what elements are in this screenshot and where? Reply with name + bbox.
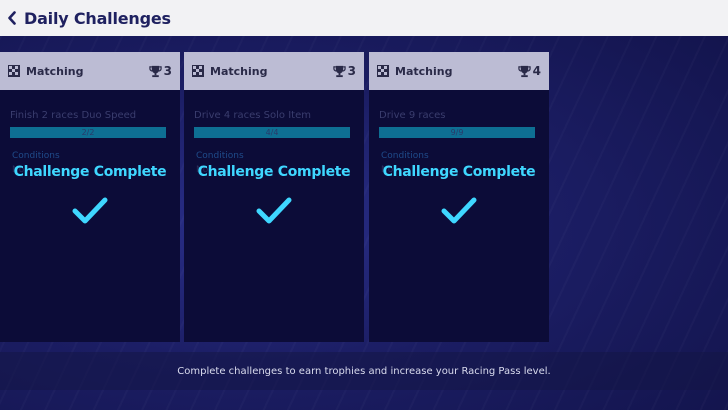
checkmark-icon xyxy=(72,197,108,224)
card-header: Matching 4 xyxy=(369,52,549,90)
progress-bar: 2/2 xyxy=(10,127,166,138)
challenge-complete-label: Challenge Complete xyxy=(13,164,167,180)
conditions-label: Conditions xyxy=(381,151,429,161)
task-description: Finish 2 races Duo Speed xyxy=(10,110,137,121)
checkered-flag-icon xyxy=(192,65,204,77)
trophy-count: 4 xyxy=(532,64,541,78)
footer-hint-text: Complete challenges to earn trophies and… xyxy=(177,365,551,377)
checkered-flag-icon xyxy=(8,65,20,77)
checkmark-icon xyxy=(256,197,292,224)
challenge-card[interactable]: Matching 4 Drive 9 races 9/9 Conditions … xyxy=(369,52,549,342)
challenge-complete-label: Challenge Complete xyxy=(197,164,351,180)
page-title: Daily Challenges xyxy=(24,8,171,28)
checkmark-icon xyxy=(441,197,477,224)
conditions-label: Conditions xyxy=(196,151,244,161)
card-header: Matching 3 xyxy=(0,52,180,90)
conditions-label: Conditions xyxy=(12,151,60,161)
card-type-label: Matching xyxy=(26,64,84,78)
footer-hint-bar: Complete challenges to earn trophies and… xyxy=(0,352,728,390)
progress-text: 2/2 xyxy=(81,128,95,137)
task-description: Drive 4 races Solo Item xyxy=(194,110,311,121)
back-button[interactable] xyxy=(2,0,22,36)
card-type-label: Matching xyxy=(210,64,268,78)
header-bar: Daily Challenges xyxy=(0,0,728,36)
challenge-complete-label: Challenge Complete xyxy=(382,164,536,180)
card-type-label: Matching xyxy=(395,64,453,78)
progress-text: 4/4 xyxy=(265,128,279,137)
card-header: Matching 3 xyxy=(184,52,364,90)
challenge-cards: Matching 3 Finish 2 races Duo Speed 2/2 … xyxy=(0,52,728,342)
challenge-card[interactable]: Matching 3 Finish 2 races Duo Speed 2/2 … xyxy=(0,52,180,342)
trophy-count: 3 xyxy=(347,64,356,78)
progress-text: 9/9 xyxy=(450,128,464,137)
trophy-count: 3 xyxy=(163,64,172,78)
trophy-icon xyxy=(148,65,162,77)
challenge-card[interactable]: Matching 3 Drive 4 races Solo Item 4/4 C… xyxy=(184,52,364,342)
trophy-icon xyxy=(517,65,531,77)
progress-bar: 9/9 xyxy=(379,127,535,138)
task-description: Drive 9 races xyxy=(379,110,446,121)
checkered-flag-icon xyxy=(377,65,389,77)
chevron-left-icon xyxy=(8,11,16,25)
trophy-icon xyxy=(332,65,346,77)
progress-bar: 4/4 xyxy=(194,127,350,138)
